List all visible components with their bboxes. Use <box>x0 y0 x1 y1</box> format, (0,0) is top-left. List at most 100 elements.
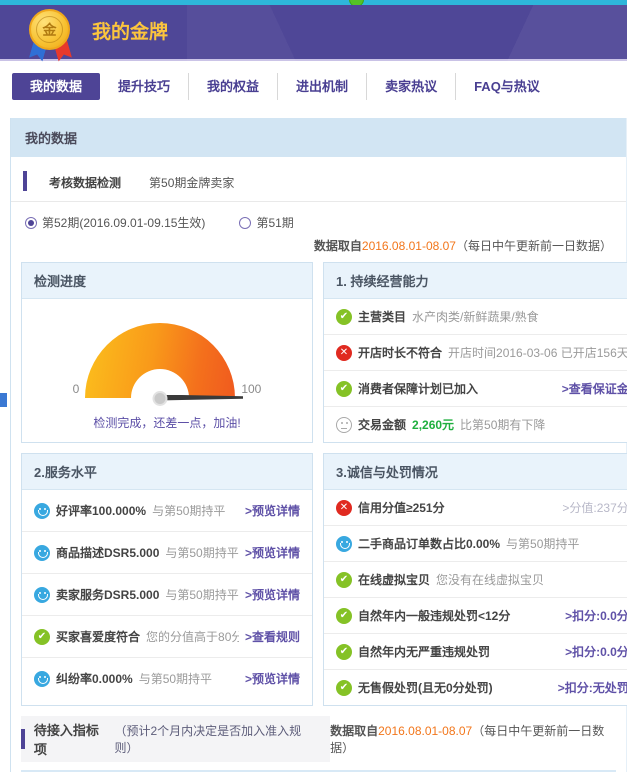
data-source-note-2: 数据取自2016.08.01-08.07（每日中午更新前一日数据） <box>330 722 616 756</box>
credit-score-note: >分值:237分 <box>562 499 627 516</box>
metric-desc: 与第50期持平 <box>139 670 212 687</box>
panel-service-level: 2.服务水平 好评率100.000% 与第50期持平 >预览详情 商品描述DSR… <box>21 453 313 706</box>
medal-coin: 金 <box>29 9 70 50</box>
gauge-min-label: 0 <box>73 382 80 398</box>
metric-label: 开店时长不符合 <box>358 344 442 361</box>
preview-detail-link[interactable]: >预览详情 <box>245 670 300 687</box>
metric-desc: 与第50期持平 <box>506 535 579 552</box>
metric-row-shop-age: ✕ 开店时长不符合 开店时间2016-03-06 已开店156天 <box>324 335 627 371</box>
metric-row-dispute-rate: 纠纷率0.000% 与第50期持平 >预览详情 <box>22 658 312 699</box>
metric-row-secondhand-orders: 二手商品订单数占比0.00% 与第50期持平 <box>324 526 627 562</box>
metric-label: 主营类目 <box>358 308 406 325</box>
metric-row-consumer-protection: ✔ 消费者保障计划已加入 >查看保证金 <box>324 371 627 407</box>
panels-grid: 检测进度 0 100 检测完成，还差一点，加油! <box>21 262 616 706</box>
radio-period-52[interactable]: 第52期(2016.09.01-09.15生效) <box>25 214 205 231</box>
pending-title-text: 待接入指标项 <box>34 720 109 758</box>
tab-my-benefits[interactable]: 我的权益 <box>189 73 278 100</box>
tab-faq[interactable]: FAQ与热议 <box>456 73 558 100</box>
subtab-assessment-check[interactable]: 考核数据检测 <box>35 169 135 201</box>
smile-icon <box>34 587 50 603</box>
check-icon: ✔ <box>336 608 352 624</box>
tab-seller-discussion[interactable]: 卖家热议 <box>367 73 456 100</box>
metric-row-seller-service-dsr: 卖家服务DSR5.000 与第50期持平 >预览详情 <box>22 574 312 616</box>
medal-character: 金 <box>36 16 63 43</box>
metric-row-serious-violation: ✔ 自然年内无严重违规处罚 >扣分:0.0分 <box>324 634 627 670</box>
pending-section-head: 待接入指标项 （预计2个月内决定是否加入准入规则） 数据取自2016.08.01… <box>21 716 616 762</box>
metric-desc: 比第50期有下降 <box>460 416 545 433</box>
page-title: 我的金牌 <box>92 17 168 44</box>
view-deposit-link[interactable]: >查看保证金 <box>562 380 627 397</box>
subtab-period50-sellers[interactable]: 第50期金牌卖家 <box>135 169 248 201</box>
data-source-note: 数据取自2016.08.01-08.07（每日中午更新前一日数据） <box>11 231 626 254</box>
gauge-dial <box>85 323 235 398</box>
check-icon: ✔ <box>336 309 352 325</box>
period-radio-group: 第52期(2016.09.01-09.15生效) 第51期 <box>11 202 626 231</box>
metric-row-transaction-amount: 交易金额 2,260元 比第50期有下降 <box>324 407 627 442</box>
smile-icon <box>34 545 50 561</box>
metric-desc: 水产肉类/新鲜蔬果/熟食 <box>412 308 539 325</box>
tab-improve-skills[interactable]: 提升技巧 <box>100 73 189 100</box>
transaction-amount-value: 2,260元 <box>412 416 454 433</box>
metric-desc: 与第50期持平 <box>165 586 238 603</box>
pending-section-title: 待接入指标项 （预计2个月内决定是否加入准入规则） <box>21 716 330 762</box>
cross-icon: ✕ <box>336 500 352 516</box>
check-icon: ✔ <box>34 629 50 645</box>
gauge-caption: 检测完成，还差一点，加油! <box>93 414 240 431</box>
metric-row-positive-rate: 好评率100.000% 与第50期持平 >预览详情 <box>22 490 312 532</box>
metric-label: 纠纷率0.000% <box>56 670 133 687</box>
metric-row-credit-score: ✕ 信用分值≥251分 >分值:237分 <box>324 490 627 526</box>
view-rules-link[interactable]: >查看规则 <box>245 628 300 645</box>
radio-unselected-icon[interactable] <box>239 217 251 229</box>
panel-operating-ability: 1. 持续经营能力 ✔ 主营类目 水产肉类/新鲜蔬果/熟食 ✕ 开店时长不符合 … <box>323 262 627 443</box>
source-suffix: （每日中午更新前一日数据） <box>456 239 612 253</box>
sub-tab-bar: 考核数据检测 第50期金牌卖家 <box>11 157 626 202</box>
check-icon: ✔ <box>336 572 352 588</box>
radio-period-51-label: 第51期 <box>256 214 293 231</box>
check-icon: ✔ <box>336 680 352 696</box>
deduction-link[interactable]: >扣分:无处罚 <box>558 679 627 696</box>
main-tab-bar: 我的数据 提升技巧 我的权益 进出机制 卖家热议 FAQ与热议 <box>0 61 627 110</box>
preview-detail-link[interactable]: >预览详情 <box>245 586 300 603</box>
preview-detail-link[interactable]: >预览详情 <box>245 544 300 561</box>
smile-icon <box>34 503 50 519</box>
metric-label: 信用分值≥251分 <box>358 499 445 516</box>
deduction-link[interactable]: >扣分:0.0分 <box>565 607 627 624</box>
pending-subtitle-text: （预计2个月内决定是否加入准入规则） <box>114 722 316 756</box>
purple-marker-bar <box>21 729 25 749</box>
panel-detection-progress: 检测进度 0 100 检测完成，还差一点，加油! <box>21 262 313 443</box>
gauge-max-label: 100 <box>241 382 261 398</box>
neutral-face-icon <box>336 417 352 433</box>
source-date: 2016.08.01-08.07 <box>362 239 456 253</box>
metric-label: 买家喜爱度符合 <box>56 628 140 645</box>
metric-label: 二手商品订单数占比0.00% <box>358 535 500 552</box>
metric-label: 商品描述DSR5.000 <box>56 544 159 561</box>
side-feedback-widget[interactable] <box>0 393 7 407</box>
panel3-title: 3.诚信与处罚情况 <box>324 454 627 490</box>
gauge-area: 0 100 检测完成，还差一点，加油! <box>22 299 312 446</box>
tab-entry-exit-rules[interactable]: 进出机制 <box>278 73 367 100</box>
panel2-title: 2.服务水平 <box>22 454 312 490</box>
metric-row-item-description-dsr: 商品描述DSR5.000 与第50期持平 >预览详情 <box>22 532 312 574</box>
radio-period-52-label: 第52期(2016.09.01-09.15生效) <box>42 214 205 231</box>
metric-row-general-violation: ✔ 自然年内一般违规处罚<12分 >扣分:0.0分 <box>324 598 627 634</box>
metric-label: 在线虚拟宝贝 <box>358 571 430 588</box>
gauge-hub <box>153 391 168 406</box>
panel-integrity-punishment: 3.诚信与处罚情况 ✕ 信用分值≥251分 >分值:237分 二手商品订单数占比… <box>323 453 627 706</box>
metric-row-counterfeit: ✔ 无售假处罚(且无0分处罚) >扣分:无处罚 <box>324 670 627 705</box>
preview-detail-link[interactable]: >预览详情 <box>245 502 300 519</box>
radio-selected-icon[interactable] <box>25 217 37 229</box>
source-prefix: 数据取自 <box>330 724 378 738</box>
tab-my-data[interactable]: 我的数据 <box>12 73 100 100</box>
radio-period-51[interactable]: 第51期 <box>239 214 293 231</box>
metric-label: 好评率100.000% <box>56 502 146 519</box>
metric-label: 卖家服务DSR5.000 <box>56 586 159 603</box>
source-date: 2016.08.01-08.07 <box>378 724 472 738</box>
section-title: 我的数据 <box>25 131 77 146</box>
gold-medal-icon: 金 <box>26 9 74 61</box>
check-icon: ✔ <box>336 644 352 660</box>
metric-desc: 开店时间2016-03-06 已开店156天 <box>448 344 627 361</box>
deduction-link[interactable]: >扣分:0.0分 <box>565 643 627 660</box>
metric-desc: 您没有在线虚拟宝贝 <box>436 571 544 588</box>
purple-marker-bar <box>23 171 27 191</box>
metric-label: 无售假处罚(且无0分处罚) <box>358 679 493 696</box>
